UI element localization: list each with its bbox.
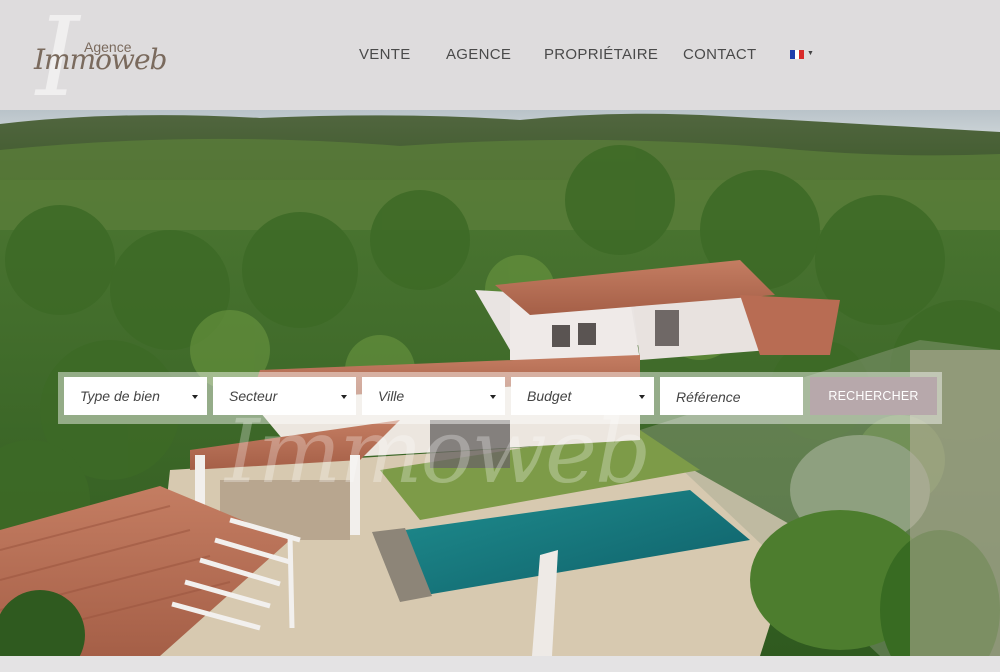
main-nav: VENTE AGENCE PROPRIÉTAIRE CONTACT xyxy=(0,46,1000,66)
budget-label: Budget xyxy=(527,388,572,404)
hero-watermark: Immoweb xyxy=(225,400,651,503)
budget-select[interactable]: Budget xyxy=(511,377,654,415)
ville-select[interactable]: Ville xyxy=(362,377,505,415)
caret-down-icon xyxy=(192,395,198,399)
caret-down-icon xyxy=(490,395,496,399)
french-flag-icon xyxy=(790,50,805,59)
chevron-down-icon: ▼ xyxy=(807,49,814,57)
nav-agence[interactable]: AGENCE xyxy=(446,46,511,63)
type-de-bien-select[interactable]: Type de bien xyxy=(64,377,207,415)
reference-input[interactable]: Référence xyxy=(660,377,803,415)
property-search-bar: Type de bien Secteur Ville Budget Référe… xyxy=(58,372,942,424)
search-button[interactable]: RECHERCHER xyxy=(810,377,937,415)
nav-contact[interactable]: CONTACT xyxy=(683,46,756,63)
type-de-bien-label: Type de bien xyxy=(80,388,160,404)
site-header: I Agence Immoweb VENTE AGENCE PROPRIÉTAI… xyxy=(0,0,1000,112)
secteur-select[interactable]: Secteur xyxy=(213,377,356,415)
nav-proprietaire[interactable]: PROPRIÉTAIRE xyxy=(544,46,658,63)
page-bottom-strip xyxy=(0,656,1000,672)
nav-vente[interactable]: VENTE xyxy=(359,46,411,63)
secteur-label: Secteur xyxy=(229,388,278,404)
caret-down-icon xyxy=(639,395,645,399)
ville-label: Ville xyxy=(378,388,405,404)
reference-placeholder: Référence xyxy=(676,389,741,405)
caret-down-icon xyxy=(341,395,347,399)
language-selector[interactable]: ▼ xyxy=(790,50,814,59)
